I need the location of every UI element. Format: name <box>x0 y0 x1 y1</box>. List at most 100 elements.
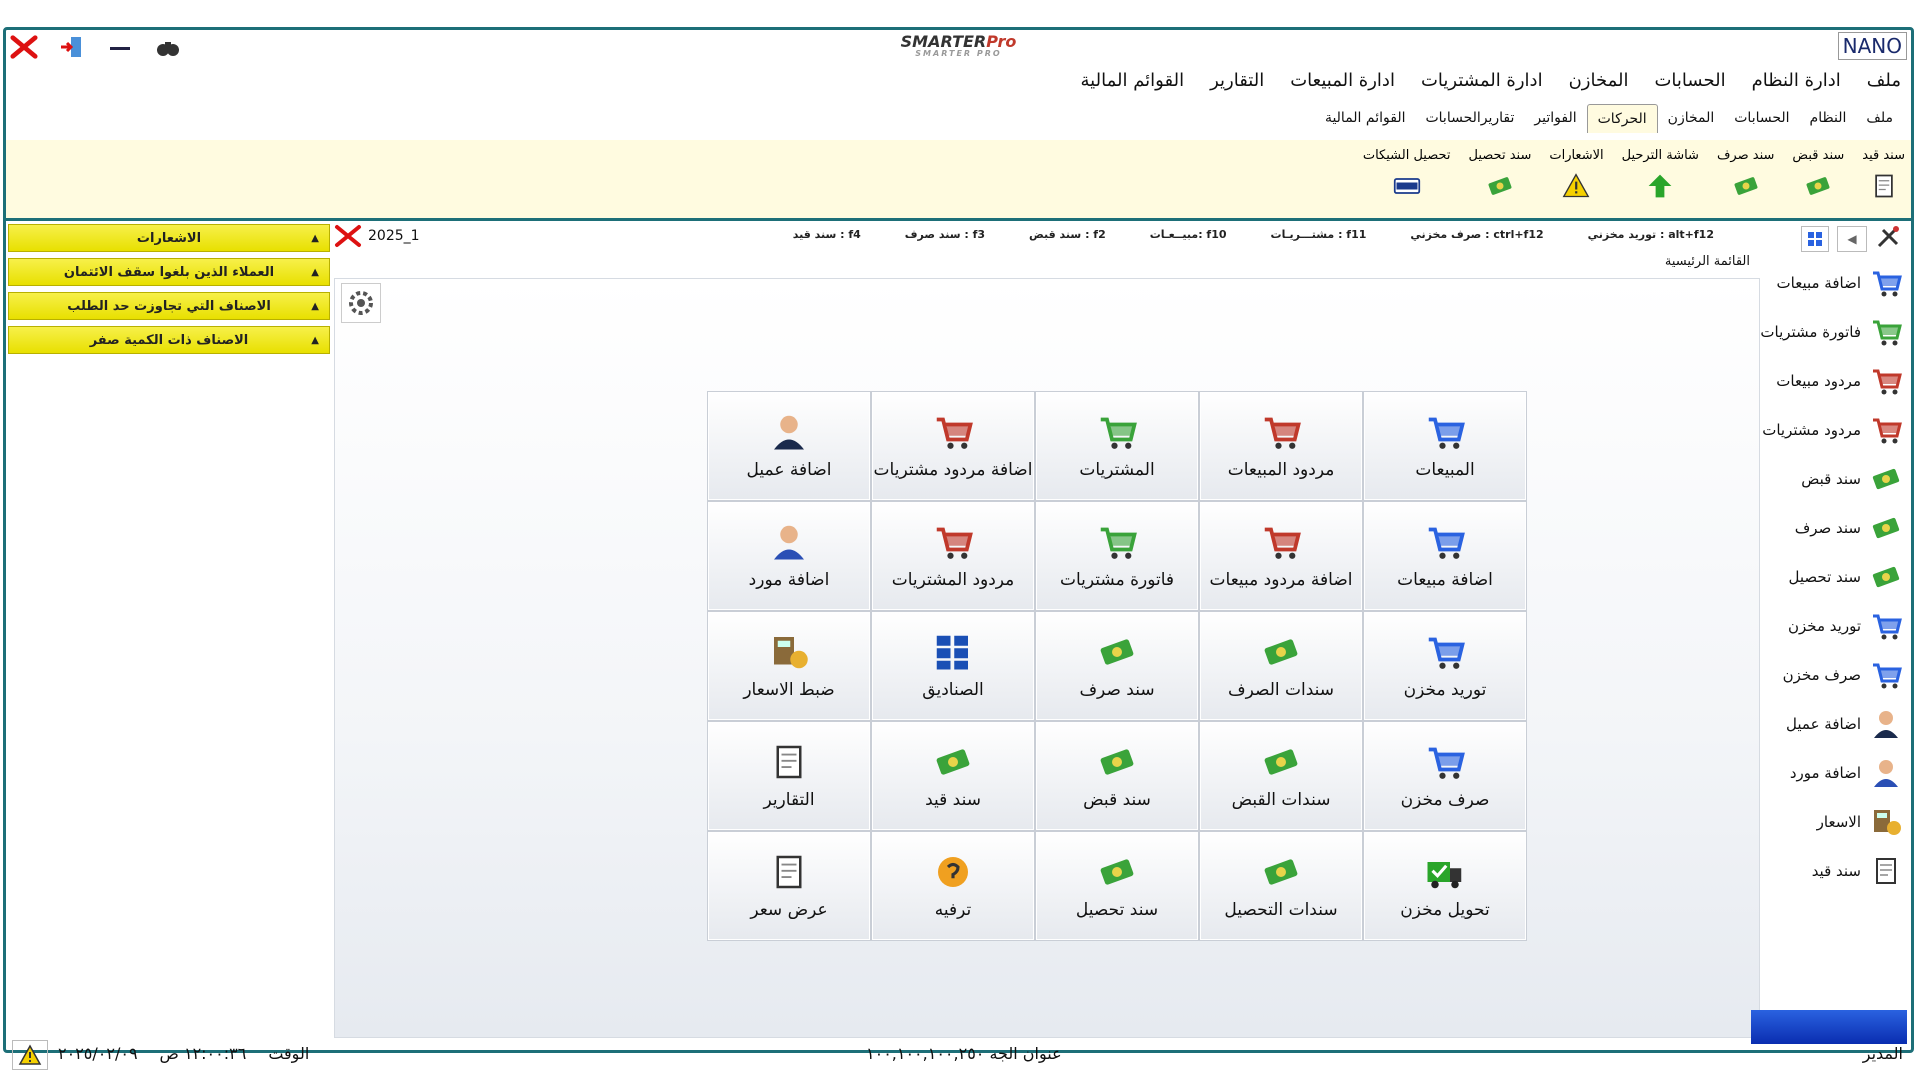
sidebar-item-10[interactable]: اضافة مورد <box>1749 748 1909 797</box>
ribbon-button-3[interactable]: شاشة الترحيل <box>1622 148 1699 199</box>
ribbon-button-1[interactable]: سند قبض <box>1792 148 1844 199</box>
exit-door-icon[interactable] <box>58 33 86 61</box>
tile-label: ترفيه <box>934 900 972 920</box>
tile-stock-out-cart[interactable]: صرف مخزن <box>1363 721 1527 831</box>
alert-item-0[interactable]: الاشعارات ▲ <box>8 224 330 252</box>
tile-add-sales-cart[interactable]: اضافة مبيعات <box>1363 501 1527 611</box>
tile-label: سند قيد <box>925 790 981 810</box>
tile-purchase-invoice[interactable]: فاتورة مشتريات <box>1035 501 1199 611</box>
tile-collection-vouchers[interactable]: سندات التحصيل <box>1199 831 1363 941</box>
tab-0[interactable]: ملف <box>1856 104 1903 133</box>
tile-supplier[interactable]: اضافة مورد <box>707 501 871 611</box>
ribbon-button-4[interactable]: الاشعارات <box>1549 148 1604 199</box>
main-menu-label: القائمة الرئيسية <box>1664 254 1750 269</box>
tile-label: المشتريات <box>1079 460 1155 480</box>
sidebar-item-label: صرف مخزن <box>1782 665 1861 684</box>
tile-journal-voucher[interactable]: سند قيد <box>871 721 1035 831</box>
ribbon-button-2[interactable]: سند صرف <box>1717 148 1774 199</box>
tile-stock-in-cart[interactable]: توريد مخزن <box>1363 611 1527 721</box>
tile-reports[interactable]: التقارير <box>707 721 871 831</box>
menu-item-5[interactable]: ادارة المبيعات <box>1290 70 1395 91</box>
sidebar-item-7[interactable]: توريد مخزن <box>1749 601 1909 650</box>
ribbon-label: سند تحصيل <box>1468 148 1532 163</box>
sidebar-item-12[interactable]: سند قيد <box>1749 846 1909 895</box>
minimize-icon[interactable] <box>106 33 134 61</box>
tools-icon[interactable] <box>1875 224 1903 254</box>
tile-customer[interactable]: اضافة عميل <box>707 391 871 501</box>
tile-stock-transfer-truck[interactable]: تحويل مخزن <box>1363 831 1527 941</box>
stock-out-cart-icon <box>1423 742 1467 782</box>
tile-purchase-return[interactable]: مردود المشتريات <box>871 501 1035 611</box>
menu-item-7[interactable]: القوائم المالية <box>1081 70 1185 91</box>
tab-3[interactable]: المخازن <box>1658 104 1725 133</box>
payment-voucher-icon <box>1095 632 1139 672</box>
alert-item-1[interactable]: العملاء الذين بلغوا سقف الائتمان ▲ <box>8 258 330 286</box>
tile-label: عرض سعر <box>750 900 828 920</box>
entertainment-icon <box>931 852 975 892</box>
menu-item-2[interactable]: الحسابات <box>1654 70 1725 91</box>
sidebar-item-4[interactable]: سند قبض <box>1749 454 1909 503</box>
ribbon: سند قيد سند قبض سند صرف شاشة الترحيل الاشعار… <box>6 140 1911 221</box>
tile-payment-voucher[interactable]: سند صرف <box>1035 611 1199 721</box>
sidebar-item-6[interactable]: سند تحصيل <box>1749 552 1909 601</box>
ribbon-button-6[interactable]: تحصيل الشيكات <box>1363 148 1451 199</box>
alert-item-3[interactable]: الاصناف ذات الكمية صفر ▲ <box>8 326 330 354</box>
sales-return-cart-icon <box>1259 412 1303 452</box>
sidebar-item-2[interactable]: مردود مبيعات <box>1749 356 1909 405</box>
ribbon-button-0[interactable]: سند قيد <box>1862 148 1905 199</box>
menu-item-4[interactable]: ادارة المشتريات <box>1421 70 1543 91</box>
app-window: SMARTERPro SMARTER PRO NANO ملف ادارة الن… <box>3 27 1914 1070</box>
sidebar-item-3[interactable]: مردود مشتريات <box>1749 405 1909 454</box>
tile-collection-voucher[interactable]: سند تحصيل <box>1035 831 1199 941</box>
tile-payment-vouchers[interactable]: سندات الصرف <box>1199 611 1363 721</box>
receipt-voucher-icon <box>1095 742 1139 782</box>
tile-quotation[interactable]: عرض سعر <box>707 831 871 941</box>
sidebar-item-11[interactable]: الاسعار <box>1749 797 1909 846</box>
tab-5[interactable]: الفواتير <box>1524 104 1586 133</box>
collection-vouchers-icon <box>1259 852 1303 892</box>
sidebar-item-label: الاسعار <box>1816 812 1861 831</box>
sidebar-item-0[interactable]: اضافة مبيعات <box>1749 258 1909 307</box>
close-icon[interactable] <box>10 33 38 61</box>
tile-sales-basket[interactable]: المبيعات <box>1363 391 1527 501</box>
tile-purchases-cart[interactable]: المشتريات <box>1035 391 1199 501</box>
tile-receipt-voucher[interactable]: سند قبض <box>1035 721 1199 831</box>
menu-item-1[interactable]: ادارة النظام <box>1752 70 1841 91</box>
warning-icon <box>1561 173 1591 199</box>
sidebar-item-label: مردود مشتريات <box>1762 420 1861 439</box>
sidebar-item-5[interactable]: سند صرف <box>1749 503 1909 552</box>
shortcut-hint-3: مبيــعـات: f10 <box>1149 228 1227 241</box>
tile-sales-return-cart[interactable]: مردود المبيعات <box>1199 391 1363 501</box>
tile-cashboxes[interactable]: الصناديق <box>871 611 1035 721</box>
tab-4[interactable]: الحركات <box>1586 104 1658 133</box>
tile-entertainment[interactable]: ترفيه <box>871 831 1035 941</box>
menu-item-0[interactable]: ملف <box>1867 70 1901 91</box>
alert-item-2[interactable]: الاصناف التي تجاوزت حد الطلب ▲ <box>8 292 330 320</box>
menu-item-6[interactable]: التقارير <box>1210 70 1264 91</box>
sidebar-item-1[interactable]: فاتورة مشتريات <box>1749 307 1909 356</box>
tab-6[interactable]: تقاريرالحسابات <box>1415 104 1524 133</box>
sidebar-item-9[interactable]: اضافة عميل <box>1749 699 1909 748</box>
sidebar-item-8[interactable]: صرف مخزن <box>1749 650 1909 699</box>
menu-item-3[interactable]: المخازن <box>1569 70 1629 91</box>
tab-1[interactable]: النظام <box>1800 104 1857 133</box>
binoculars-icon[interactable] <box>154 33 182 61</box>
status-warning-icon[interactable] <box>12 1040 48 1070</box>
windows-icon[interactable] <box>1801 226 1829 252</box>
tile-add-purchase-return[interactable]: اضافة مردود مشتريات <box>871 391 1035 501</box>
tile-label: اضافة مورد <box>748 570 830 590</box>
tile-price-adjust[interactable]: ضبط الاسعار <box>707 611 871 721</box>
tile-add-sales-return[interactable]: اضافة مردود مبيعات <box>1199 501 1363 611</box>
receipt-icon <box>1803 173 1833 199</box>
settings-gear-icon[interactable] <box>341 283 381 323</box>
close-year-icon[interactable] <box>334 224 362 252</box>
ribbon-button-5[interactable]: سند تحصيل <box>1468 148 1532 199</box>
tab-2[interactable]: الحسابات <box>1724 104 1799 133</box>
tab-7[interactable]: القوائم المالية <box>1315 104 1416 133</box>
collapse-arrow-icon[interactable]: ◀ <box>1837 226 1867 252</box>
title-bar: SMARTERPro SMARTER PRO NANO <box>6 30 1911 64</box>
add-sales-cart-icon <box>1423 522 1467 562</box>
tile-receipt-vouchers[interactable]: سندات القبض <box>1199 721 1363 831</box>
sidebar-item-label: سند قبض <box>1801 469 1861 488</box>
main-area: 2025_1 توريد مخزني : alt+f12 صرف مخزني : … <box>334 224 1760 1040</box>
